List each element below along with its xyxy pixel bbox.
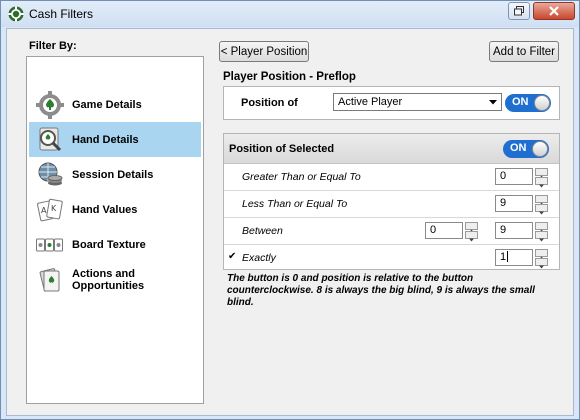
spin-down-icon[interactable] — [535, 204, 548, 215]
restore-button[interactable] — [508, 2, 530, 20]
filter-category-list: Game Details Hand Details Session Detail… — [26, 56, 204, 404]
between-from-input[interactable]: 0 — [425, 222, 463, 239]
between-to-input[interactable]: 9 — [495, 222, 533, 239]
filter-by-heading: Filter By: — [29, 40, 77, 52]
spin-down-icon[interactable] — [535, 231, 548, 242]
close-icon — [549, 6, 559, 16]
chevron-down-icon — [489, 100, 497, 105]
sidebar-item-label: Hand Values — [72, 203, 138, 216]
position-help-note: The button is 0 and position is relative… — [227, 273, 535, 308]
exactly-input[interactable]: 1 — [495, 249, 533, 266]
less-equal-input[interactable]: 9 — [495, 195, 533, 212]
svg-text:K: K — [51, 204, 57, 213]
spin-down-icon[interactable] — [535, 177, 548, 188]
sidebar-item-label: Board Texture — [72, 238, 146, 251]
sidebar-item-board-texture[interactable]: Board Texture — [29, 227, 201, 262]
position-of-select[interactable]: Active Player — [333, 93, 502, 111]
app-icon — [8, 6, 24, 22]
spin-up-icon[interactable] — [535, 168, 548, 179]
position-of-label: Position of — [241, 97, 298, 109]
toggle-knob — [534, 95, 550, 111]
spin-up-icon[interactable] — [535, 249, 548, 260]
panel-title: Player Position - Preflop — [223, 71, 356, 83]
add-to-filter-button[interactable]: Add to Filter — [489, 41, 559, 62]
cash-filters-window: Cash Filters Filter By: Game Details Han… — [0, 0, 580, 420]
dialog-client-area: Filter By: Game Details Hand Details Ses… — [6, 28, 574, 416]
text-caret — [507, 251, 509, 262]
spin-down-icon[interactable] — [535, 258, 548, 269]
exactly-spinner[interactable] — [535, 249, 548, 269]
greater-equal-input[interactable]: 0 — [495, 168, 533, 185]
sidebar-item-label: Game Details — [72, 98, 142, 111]
magnifier-card-icon — [39, 127, 62, 152]
between-to-spinner[interactable] — [535, 222, 548, 242]
toggle-label: ON — [512, 96, 529, 108]
spin-down-icon[interactable] — [465, 231, 478, 242]
less-equal-label: Less Than or Equal To — [242, 198, 348, 210]
spin-up-icon[interactable] — [465, 222, 478, 233]
close-button[interactable] — [533, 2, 575, 20]
exactly-value: 1 — [500, 251, 507, 263]
sidebar-item-label: Actions and Opportunities — [72, 267, 145, 292]
sidebar-item-hand-values[interactable]: K A Hand Values — [29, 192, 201, 227]
position-of-value: Active Player — [338, 96, 403, 108]
playing-cards-icon: K A — [37, 198, 63, 222]
spin-up-icon[interactable] — [535, 222, 548, 233]
gear-spade-icon — [36, 91, 64, 119]
player-position-back-button[interactable]: < Player Position — [219, 41, 309, 62]
position-of-toggle[interactable]: ON — [505, 94, 551, 112]
between-from-spinner[interactable] — [465, 222, 478, 242]
position-of-selected-label: Position of Selected — [229, 143, 335, 155]
greater-equal-label: Greater Than or Equal To — [242, 171, 361, 183]
sidebar-item-label: Hand Details — [72, 133, 139, 146]
restore-icon — [514, 6, 524, 16]
window-title: Cash Filters — [29, 7, 94, 21]
title-bar[interactable]: Cash Filters — [1, 1, 579, 27]
action-cards-icon — [39, 268, 60, 292]
svg-text:A: A — [41, 206, 47, 215]
board-cards-icon — [36, 238, 63, 252]
globe-chips-icon — [38, 162, 63, 186]
between-label: Between — [242, 225, 283, 237]
exactly-label: Exactly — [242, 252, 276, 264]
sidebar-item-actions-and-opportunities[interactable]: Actions and Opportunities — [29, 262, 201, 297]
sidebar-item-session-details[interactable]: Session Details — [29, 157, 201, 192]
toggle-label: ON — [510, 142, 527, 154]
greater-equal-spinner[interactable] — [535, 168, 548, 188]
sidebar-item-hand-details[interactable]: Hand Details — [29, 122, 201, 157]
check-icon: ✔ — [228, 251, 237, 262]
sidebar-item-label: Session Details — [72, 168, 154, 181]
toggle-knob — [532, 141, 548, 157]
position-of-selected-toggle[interactable]: ON — [503, 140, 549, 158]
spin-up-icon[interactable] — [535, 195, 548, 206]
sidebar-item-game-details[interactable]: Game Details — [29, 87, 201, 122]
less-equal-spinner[interactable] — [535, 195, 548, 215]
